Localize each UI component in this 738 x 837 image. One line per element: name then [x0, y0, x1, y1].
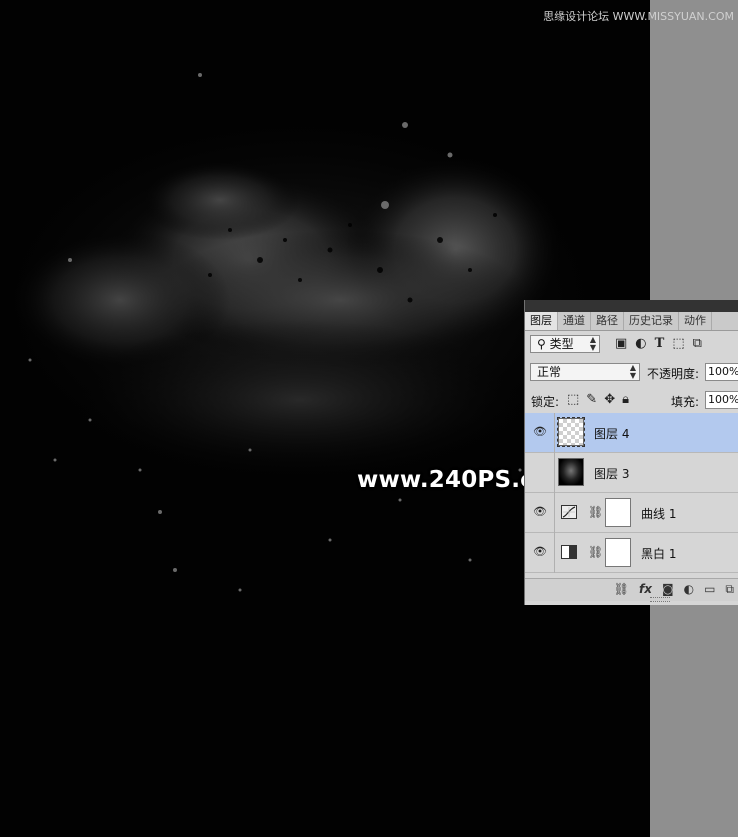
layer-thumbnail: [557, 417, 585, 447]
fill-input[interactable]: 100%: [705, 391, 738, 409]
black-white-adjustment-icon: [561, 545, 577, 559]
layer-row-3[interactable]: 图层 3: [525, 453, 738, 493]
filter-row: ⚲ 类型 ▲ ▼ ▣ ◐ T ⬚ ⧉: [525, 331, 738, 359]
chevron-updown-icon: ▲ ▼: [629, 363, 636, 380]
blend-mode-select[interactable]: 正常 ▲ ▼: [530, 363, 640, 381]
opacity-label: 不透明度:: [647, 367, 700, 381]
fx-icon[interactable]: fx: [639, 582, 652, 597]
adjustment-filter-icon[interactable]: ◐: [635, 336, 646, 351]
link-icon[interactable]: ⛓: [588, 545, 603, 559]
tab-layers[interactable]: 图层: [525, 312, 558, 330]
fill-label: 填充:: [671, 395, 700, 409]
panel-footer: ⛓ fx ◙ ◐ ▭ ⧉: [525, 578, 738, 602]
eye-hidden-slot[interactable]: [533, 465, 547, 479]
curves-adjustment-icon: [561, 505, 577, 519]
add-mask-icon[interactable]: ◙: [662, 582, 674, 597]
new-layer-icon[interactable]: ⧉: [725, 582, 734, 597]
lock-move-icon[interactable]: ✥: [604, 392, 615, 407]
lock-label: 锁定:: [531, 395, 560, 409]
eye-divider: [554, 453, 555, 493]
layer-name[interactable]: 曲线 1: [641, 505, 676, 522]
tab-history[interactable]: 历史记录: [624, 312, 679, 330]
tab-paths[interactable]: 路径: [591, 312, 624, 330]
lock-paint-icon[interactable]: ✎: [586, 392, 597, 407]
panel-tabs: 图层 通道 路径 历史记录 动作: [525, 312, 738, 331]
eye-icon[interactable]: 👁︎: [533, 505, 547, 519]
eye-icon[interactable]: 👁︎: [533, 545, 547, 559]
new-group-icon[interactable]: ▭: [704, 582, 715, 597]
eye-divider: [554, 533, 555, 573]
panel-title-bar[interactable]: [525, 300, 738, 312]
blend-row: 正常 ▲ ▼ 不透明度: 100%: [525, 359, 738, 387]
blend-mode-label: 正常: [537, 365, 562, 379]
tab-channels[interactable]: 通道: [558, 312, 591, 330]
opacity-input[interactable]: 100%: [705, 363, 738, 381]
layer-row-bw[interactable]: 👁︎ ⛓ 黑白 1: [525, 533, 738, 573]
layer-name[interactable]: 图层 4: [594, 425, 629, 442]
eye-icon[interactable]: 👁︎: [533, 425, 547, 439]
image-filter-icon[interactable]: ▣: [615, 336, 627, 351]
new-adjustment-icon[interactable]: ◐: [684, 582, 694, 597]
eye-divider: [554, 413, 555, 453]
chevron-updown-icon: ▲ ▼: [589, 335, 596, 352]
tab-actions[interactable]: 动作: [679, 312, 712, 330]
text-filter-icon[interactable]: T: [655, 336, 665, 351]
layers-list: 👁︎ 图层 4 图层 3 👁︎ ⛓ 曲线 1 👁︎ ⛓ 黑白 1: [525, 413, 738, 573]
layer-name[interactable]: 图层 3: [594, 465, 629, 482]
layer-mask-thumbnail[interactable]: [605, 538, 631, 567]
lock-row: 锁定: ⬚ ✎ ✥ 🔒︎ 填充: 100%: [525, 387, 738, 415]
link-icon[interactable]: ⛓: [588, 505, 603, 519]
search-icon: ⚲: [537, 337, 546, 351]
lock-all-icon[interactable]: 🔒︎: [622, 392, 629, 407]
smart-object-filter-icon[interactable]: ⧉: [693, 336, 702, 351]
layer-mask-thumbnail[interactable]: [605, 498, 631, 527]
layers-panel: 图层 通道 路径 历史记录 动作 ⚲ 类型 ▲ ▼ ▣ ◐ T ⬚ ⧉ 正常 ▲ ▼…: [524, 300, 738, 605]
resize-grip[interactable]: [650, 597, 670, 602]
shape-filter-icon[interactable]: ⬚: [672, 336, 684, 351]
lock-transparent-icon[interactable]: ⬚: [567, 392, 579, 407]
filter-kind-label: 类型: [549, 337, 574, 351]
layer-row-4[interactable]: 👁︎ 图层 4: [525, 413, 738, 453]
layer-name[interactable]: 黑白 1: [641, 545, 676, 562]
filter-kind-select[interactable]: ⚲ 类型 ▲ ▼: [530, 335, 600, 353]
layer-thumbnail: [558, 458, 584, 486]
site-watermark: 思缘设计论坛 WWW.MISSYUAN.COM: [543, 10, 734, 23]
eye-divider: [554, 493, 555, 533]
link-layers-icon[interactable]: ⛓: [614, 582, 629, 597]
layer-row-curves[interactable]: 👁︎ ⛓ 曲线 1: [525, 493, 738, 533]
